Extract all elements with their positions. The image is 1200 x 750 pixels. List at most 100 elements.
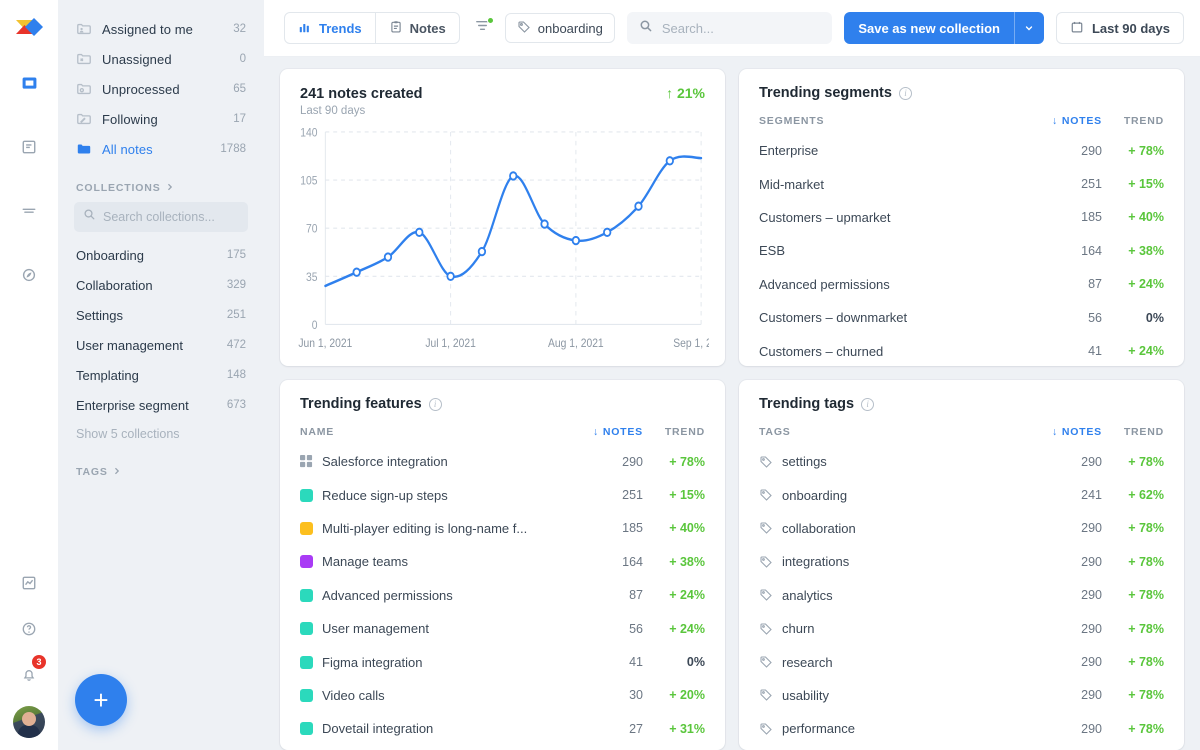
- show-more-collections-button[interactable]: Show 5 collections: [74, 420, 248, 448]
- tags-header[interactable]: TAGS: [76, 466, 248, 478]
- table-row[interactable]: Enterprise 290 + 78%: [739, 134, 1184, 167]
- table-row[interactable]: Customers – downmarket 56 0%: [739, 301, 1184, 334]
- collection-item-enterprise-segment[interactable]: Enterprise segment 673: [74, 390, 248, 420]
- table-row[interactable]: Salesforce integration 290 + 78%: [280, 445, 725, 478]
- row-trend-value: + 24%: [669, 588, 705, 603]
- row-trend-value: + 31%: [669, 721, 705, 736]
- collections-search-input[interactable]: Search collections...: [74, 202, 248, 232]
- info-icon[interactable]: i: [861, 397, 875, 411]
- collection-item-user-management[interactable]: User management 472: [74, 330, 248, 360]
- collection-item-settings[interactable]: Settings 251: [74, 300, 248, 330]
- tab-trends[interactable]: Trends: [285, 13, 376, 43]
- clipboard-icon: [389, 20, 403, 37]
- tab-notes[interactable]: Notes: [376, 13, 459, 43]
- table-row[interactable]: usability 290 + 78%: [739, 679, 1184, 712]
- insights-icon[interactable]: [14, 132, 44, 162]
- table-row[interactable]: churn 290 + 78%: [739, 612, 1184, 645]
- save-button-label: Save as new collection: [858, 20, 1000, 36]
- sidebar-item-unprocessed[interactable]: Unprocessed 65: [74, 74, 248, 104]
- column-header-notes[interactable]: ↓ NOTES: [1028, 426, 1102, 438]
- collections-header[interactable]: COLLECTIONS: [76, 182, 248, 194]
- row-trend-value: + 40%: [1128, 210, 1164, 225]
- sidebar-item-count: 32: [233, 23, 246, 35]
- row-notes-count: 185: [1081, 210, 1102, 225]
- filter-chip-onboarding[interactable]: onboarding: [504, 13, 615, 43]
- table-row[interactable]: analytics 290 + 78%: [739, 579, 1184, 612]
- topbar: Trends Notes onboarding Search... Save a…: [264, 0, 1200, 57]
- filter-icon[interactable]: [472, 17, 494, 39]
- collection-item-onboarding[interactable]: Onboarding 175: [74, 240, 248, 270]
- row-label: usability: [782, 687, 829, 703]
- table-row[interactable]: ESB 164 + 38%: [739, 234, 1184, 267]
- table-row[interactable]: research 290 + 78%: [739, 645, 1184, 678]
- collection-item-collaboration[interactable]: Collaboration 329: [74, 270, 248, 300]
- row-name-cell: Mid-market: [759, 177, 1028, 192]
- column-header-trend: TREND: [664, 426, 705, 438]
- row-name-cell: Manage teams: [300, 554, 569, 569]
- row-label: collaboration: [782, 520, 856, 536]
- sidebar-item-following[interactable]: Following 17: [74, 104, 248, 134]
- table-row[interactable]: User management 56 + 24%: [280, 612, 725, 645]
- column-header-notes[interactable]: ↓ NOTES: [1028, 115, 1102, 127]
- data-icon[interactable]: [14, 196, 44, 226]
- help-icon[interactable]: [14, 614, 44, 644]
- avatar[interactable]: [13, 706, 45, 738]
- table-row[interactable]: performance 290 + 78%: [739, 712, 1184, 745]
- calendar-icon: [1070, 20, 1084, 37]
- sidebar-item-assigned-to-me[interactable]: Assigned to me 32: [74, 14, 248, 44]
- row-name-cell: usability: [759, 688, 1028, 703]
- info-icon[interactable]: i: [898, 86, 912, 100]
- table-row[interactable]: Manage teams 164 + 38%: [280, 545, 725, 578]
- search-input[interactable]: Search...: [626, 12, 833, 44]
- notifications-icon[interactable]: 3: [14, 655, 46, 690]
- row-trend-value: + 15%: [669, 488, 705, 503]
- table-row[interactable]: Reduce sign-up steps 251 + 15%: [280, 478, 725, 511]
- app-root: 3 Assigned to me 32 Unassigned 0 Unproce…: [0, 0, 1200, 750]
- activity-icon[interactable]: [14, 568, 44, 598]
- row-notes-count: 87: [629, 588, 643, 603]
- table-row[interactable]: Customers – upmarket 185 + 40%: [739, 201, 1184, 234]
- explore-icon[interactable]: [14, 260, 44, 290]
- sidebar-item-count: 65: [233, 83, 246, 95]
- create-note-button[interactable]: +: [75, 674, 127, 726]
- column-header-notes[interactable]: ↓ NOTES: [569, 426, 643, 438]
- table-row[interactable]: collaboration 290 + 78%: [739, 512, 1184, 545]
- table-row[interactable]: Advanced permissions 87 + 24%: [739, 268, 1184, 301]
- tag-icon: [759, 655, 773, 669]
- sidebar-item-unassigned[interactable]: Unassigned 0: [74, 44, 248, 74]
- row-label: User management: [322, 621, 429, 637]
- row-trend-value: + 38%: [669, 554, 705, 569]
- sidebar-item-all-notes[interactable]: All notes 1788: [74, 134, 248, 164]
- tags-table-body: settings 290 + 78% onboarding 241 + 62% collab…: [739, 445, 1184, 750]
- table-row[interactable]: onboarding 241 + 62%: [739, 478, 1184, 511]
- save-as-new-collection-button[interactable]: Save as new collection: [844, 12, 1044, 44]
- table-row[interactable]: settings 290 + 78%: [739, 445, 1184, 478]
- table-row[interactable]: integrations 290 + 78%: [739, 545, 1184, 578]
- table-row[interactable]: Advanced permissions 87 + 24%: [280, 579, 725, 612]
- date-range-label: Last 90 days: [1091, 20, 1170, 36]
- feature-color-swatch: [300, 655, 313, 669]
- row-name-cell: research: [759, 655, 1028, 670]
- save-button-dropdown[interactable]: [1013, 12, 1044, 44]
- collection-item-templating[interactable]: Templating 148: [74, 360, 248, 390]
- search-icon: [83, 208, 96, 226]
- table-row[interactable]: Video calls 30 + 20%: [280, 679, 725, 712]
- collections-header-label: COLLECTIONS: [76, 182, 161, 194]
- sidebar-item-label: Following: [102, 111, 158, 127]
- info-icon[interactable]: i: [428, 397, 442, 411]
- collection-label: Enterprise segment: [76, 397, 189, 413]
- row-name-cell: Customers – upmarket: [759, 210, 1028, 225]
- notes-icon[interactable]: [14, 68, 44, 98]
- row-label: ESB: [759, 243, 786, 259]
- table-row[interactable]: Mid-market 251 + 15%: [739, 167, 1184, 200]
- notes-line-chart[interactable]: 0 35 70 105 140 Jun 1, 2021 Jul 1, 2021 Aug 1, …: [280, 117, 725, 366]
- table-row[interactable]: Multi-player editing is long-name f... 18…: [280, 512, 725, 545]
- date-range-button[interactable]: Last 90 days: [1055, 12, 1184, 44]
- table-row[interactable]: Customers – churned 41 + 24%: [739, 334, 1184, 366]
- svg-text:140: 140: [300, 127, 317, 140]
- dovetail-logo[interactable]: [12, 10, 46, 44]
- features-table-header: NAME ↓ NOTES TREND: [280, 412, 725, 445]
- table-row[interactable]: Dovetail integration 27 + 31%: [280, 712, 725, 745]
- table-row[interactable]: Figma integration 41 0%: [280, 645, 725, 678]
- chevron-down-icon: [1024, 21, 1034, 36]
